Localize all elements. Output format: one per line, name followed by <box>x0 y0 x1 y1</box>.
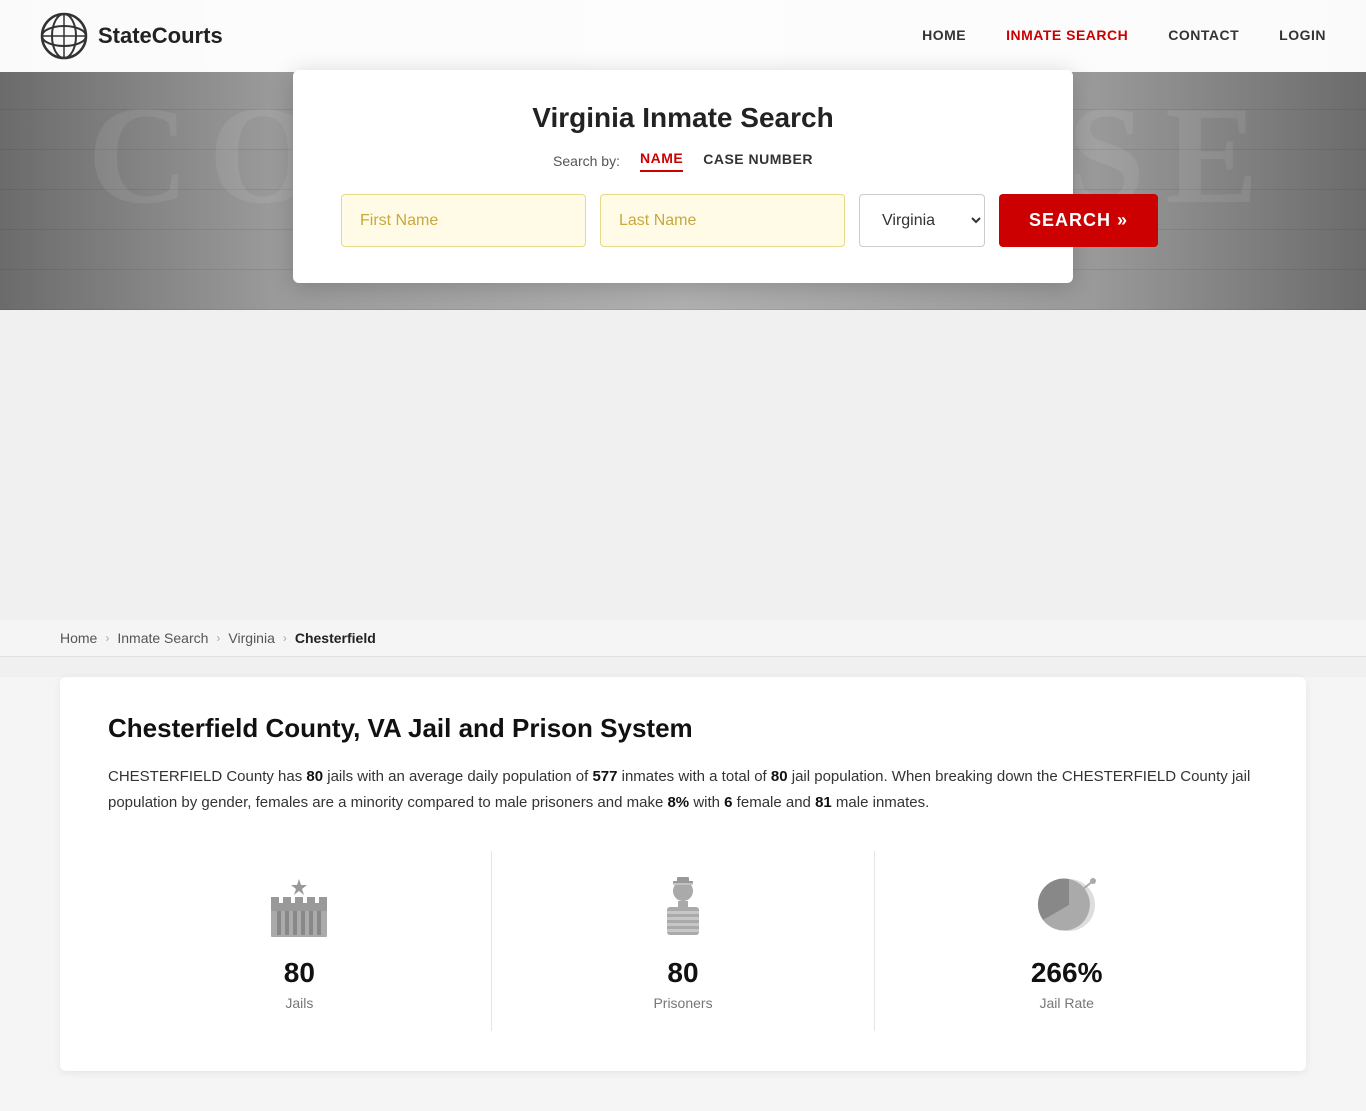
nav-inmate-search[interactable]: INMATE SEARCH <box>1006 27 1128 43</box>
logo-icon <box>40 12 88 60</box>
stat-jails: 80 Jails <box>108 851 492 1031</box>
hero-section: COURTHOUSE StateCourts HOME INMATE SEARC… <box>0 0 1366 310</box>
breadcrumb-inmate-search[interactable]: Inmate Search <box>117 630 208 646</box>
tab-case-number[interactable]: CASE NUMBER <box>703 151 813 171</box>
jails-count: 80 <box>306 768 323 785</box>
breadcrumb: Home › Inmate Search › Virginia › Cheste… <box>0 620 1366 657</box>
chart-icon <box>1031 871 1103 943</box>
breadcrumb-sep-3: › <box>283 631 287 645</box>
jails-stat-label: Jails <box>285 995 313 1011</box>
jail-rate-stat-number: 266% <box>1031 957 1103 989</box>
breadcrumb-sep-1: › <box>105 631 109 645</box>
tab-name[interactable]: NAME <box>640 150 683 172</box>
stats-row: 80 Jails <box>108 851 1258 1031</box>
search-card-title: Virginia Inmate Search <box>341 102 1025 134</box>
logo-text: StateCourts <box>98 23 223 49</box>
avg-population: 577 <box>592 768 617 785</box>
stat-jail-rate: 266% Jail Rate <box>875 851 1258 1031</box>
female-count: 6 <box>724 794 732 811</box>
search-by-row: Search by: NAME CASE NUMBER <box>341 150 1025 172</box>
nav-contact[interactable]: CONTACT <box>1168 27 1239 43</box>
male-count: 81 <box>815 794 832 811</box>
nav-links: HOME INMATE SEARCH CONTACT LOGIN <box>922 27 1326 45</box>
nav-home[interactable]: HOME <box>922 27 966 43</box>
nav-login[interactable]: LOGIN <box>1279 27 1326 43</box>
jail-icon <box>263 871 335 943</box>
state-select[interactable]: Virginia Alabama Alaska Arizona Californ… <box>859 194 985 247</box>
first-name-input[interactable] <box>341 194 586 247</box>
prisoner-icon <box>647 871 719 943</box>
search-card: Virginia Inmate Search Search by: NAME C… <box>293 70 1073 283</box>
search-inputs: Virginia Alabama Alaska Arizona Californ… <box>341 194 1025 247</box>
stat-prisoners: 80 Prisoners <box>492 851 876 1031</box>
content-description: CHESTERFIELD County has 80 jails with an… <box>108 764 1258 815</box>
breadcrumb-current: Chesterfield <box>295 630 376 646</box>
search-button[interactable]: SEARCH » <box>999 194 1158 247</box>
last-name-input[interactable] <box>600 194 845 247</box>
logo-link[interactable]: StateCourts <box>40 12 223 60</box>
female-pct: 8% <box>667 794 689 811</box>
breadcrumb-sep-2: › <box>216 631 220 645</box>
prisoners-stat-number: 80 <box>667 957 698 989</box>
search-by-label: Search by: <box>553 153 620 169</box>
content-card: Chesterfield County, VA Jail and Prison … <box>60 677 1306 1071</box>
jails-stat-number: 80 <box>284 957 315 989</box>
breadcrumb-home[interactable]: Home <box>60 630 97 646</box>
main-content: Chesterfield County, VA Jail and Prison … <box>0 677 1366 1111</box>
navbar: StateCourts HOME INMATE SEARCH CONTACT L… <box>0 0 1366 72</box>
prisoners-stat-label: Prisoners <box>653 995 712 1011</box>
page-title: Chesterfield County, VA Jail and Prison … <box>108 713 1258 744</box>
jail-rate-stat-label: Jail Rate <box>1039 995 1093 1011</box>
total-population: 80 <box>771 768 788 785</box>
breadcrumb-virginia[interactable]: Virginia <box>228 630 274 646</box>
